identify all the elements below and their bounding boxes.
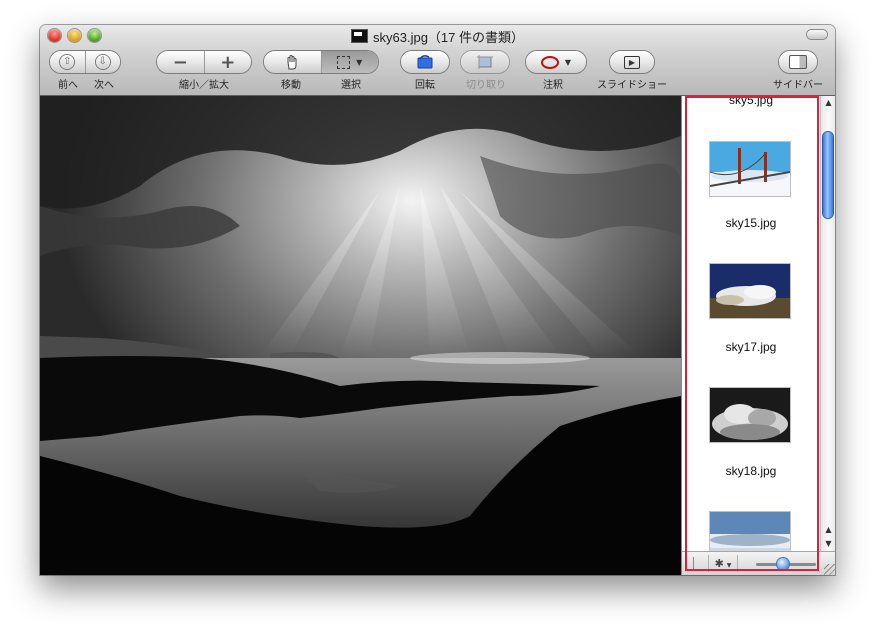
- window-resize-handle[interactable]: [824, 564, 835, 575]
- zoom-out-button[interactable]: −: [157, 51, 205, 73]
- scroll-up-arrow-icon[interactable]: ▲: [821, 523, 835, 537]
- tool-group: ▼: [264, 51, 378, 73]
- hand-icon: [287, 55, 297, 70]
- window-title: sky63.jpg（17 件の書類）: [40, 27, 835, 46]
- title-bar: sky63.jpg（17 件の書類） ⇧ ⇩ 前へ 次へ − + 縮小／拡大 ▼…: [40, 25, 835, 96]
- move-tool-button[interactable]: [264, 51, 322, 73]
- thumbnail-caption: sky17.jpg: [725, 340, 777, 354]
- thumbnail-list: sky5.jpg sky15.jpg sky17.jpg sky18.jpg: [682, 96, 820, 551]
- thumbnail-caption: sky15.jpg: [725, 216, 777, 230]
- zoom-label: 縮小／拡大: [179, 80, 229, 91]
- next-button[interactable]: ⇩: [86, 51, 121, 73]
- sky-photo: [40, 96, 681, 575]
- main-image: [40, 96, 681, 575]
- sidebar-label: サイドバー: [773, 80, 823, 91]
- previous-button[interactable]: ⇧: [50, 51, 86, 73]
- zoom-in-button[interactable]: +: [205, 51, 252, 73]
- horizon-thumbnail: [710, 512, 790, 551]
- plus-icon: +: [220, 51, 236, 73]
- move-label: 移動: [281, 80, 301, 91]
- slideshow-label: スライドショー: [597, 80, 667, 91]
- slideshow-segment[interactable]: ▶: [610, 51, 654, 73]
- drawer-resize-grip[interactable]: [686, 557, 694, 569]
- selection-icon: [337, 55, 351, 69]
- slideshow-button[interactable]: ▶: [610, 51, 654, 73]
- previous-label: 前へ: [58, 80, 78, 91]
- slider-knob[interactable]: [777, 558, 789, 570]
- thumbnail-sidebar: sky5.jpg sky15.jpg sky17.jpg sky18.jpg ▲…: [681, 96, 835, 575]
- sidebar-icon: [789, 55, 807, 69]
- select-tool-button[interactable]: ▼: [321, 51, 378, 73]
- sidebar-button[interactable]: [779, 51, 817, 73]
- select-label: 選択: [341, 80, 361, 91]
- scroll-thumb[interactable]: [823, 132, 833, 218]
- annotate-segment[interactable]: ▼: [526, 51, 586, 73]
- annotate-label: 注釈: [543, 80, 563, 91]
- scroll-down-arrow-icon[interactable]: ▼: [821, 537, 835, 551]
- play-icon: ▶: [624, 55, 640, 69]
- scroll-up-arrow-icon[interactable]: ▲: [821, 96, 835, 110]
- rotate-button[interactable]: [401, 51, 449, 73]
- chevron-down-icon: ▼: [564, 57, 572, 67]
- rotate-label: 回転: [415, 80, 435, 91]
- crop-icon: [477, 55, 493, 69]
- gear-icon: ✱: [714, 557, 724, 570]
- sidebar-segment[interactable]: [779, 51, 817, 73]
- partial-thumbnail-caption: sky5.jpg: [728, 96, 774, 107]
- sidebar-footer: ✱ ▼: [682, 551, 835, 575]
- rotate-segment[interactable]: [401, 51, 449, 73]
- zoom-group: − +: [157, 51, 251, 73]
- clouds-thumbnail: [710, 264, 790, 318]
- cumulus-thumbnail: [710, 388, 790, 442]
- action-menu-button[interactable]: ✱ ▼: [708, 555, 738, 572]
- sidebar-scrollbar[interactable]: ▲ ▲ ▼: [820, 96, 835, 551]
- document-icon: [351, 29, 368, 43]
- crop-button[interactable]: [461, 51, 509, 73]
- preview-window: sky63.jpg（17 件の書類） ⇧ ⇩ 前へ 次へ − + 縮小／拡大 ▼…: [40, 25, 835, 575]
- down-arrow-icon: ⇩: [95, 55, 110, 69]
- oval-annotation-icon: [540, 55, 559, 69]
- crop-segment[interactable]: [461, 51, 509, 73]
- thumbnail-caption: sky18.jpg: [725, 464, 777, 478]
- up-arrow-icon: ⇧: [60, 55, 75, 69]
- annotate-button[interactable]: ▼: [526, 51, 586, 73]
- crop-label: 切り取り: [466, 80, 506, 91]
- window-title-text: sky63.jpg（17 件の書類）: [373, 30, 524, 45]
- golden-gate-thumbnail: [710, 142, 790, 196]
- thumbnail-size-slider[interactable]: [756, 558, 816, 570]
- rotate-icon: [417, 55, 433, 69]
- next-label: 次へ: [94, 80, 114, 91]
- prev-next-group: ⇧ ⇩: [50, 51, 120, 73]
- minus-icon: −: [172, 51, 188, 73]
- chevron-down-icon: ▼: [356, 57, 363, 67]
- chevron-down-icon: ▼: [726, 562, 732, 569]
